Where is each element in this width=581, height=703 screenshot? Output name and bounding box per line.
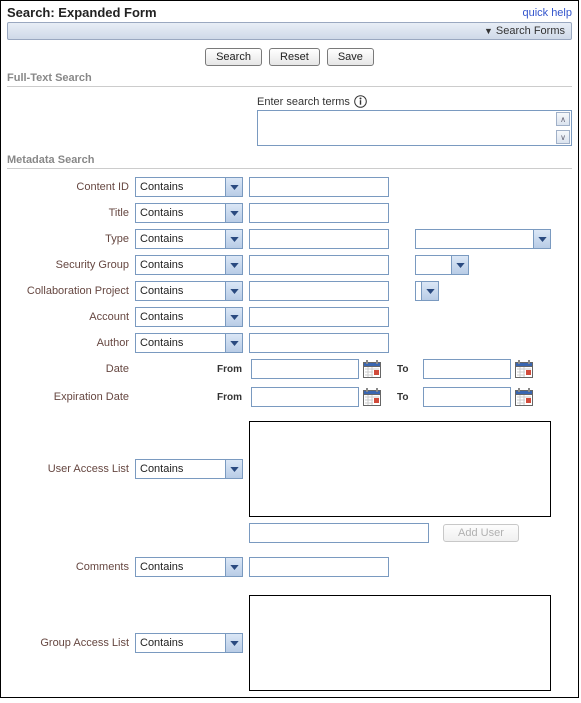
content-id-input[interactable] bbox=[249, 177, 389, 197]
security-group-operator-select[interactable]: Contains bbox=[135, 255, 243, 275]
calendar-icon[interactable] bbox=[363, 388, 381, 406]
search-forms-dropdown[interactable]: ▼Search Forms bbox=[7, 22, 572, 40]
group-access-listbox[interactable] bbox=[249, 595, 551, 691]
fulltext-row: Enter search terms ∧ ∨ bbox=[7, 95, 572, 146]
action-button-row: Search Reset Save bbox=[7, 48, 572, 66]
user-access-listbox[interactable] bbox=[249, 421, 551, 517]
chevron-down-icon bbox=[451, 256, 468, 274]
user-access-label: User Access List bbox=[7, 463, 135, 475]
date-label: Date bbox=[7, 363, 135, 375]
account-input[interactable] bbox=[249, 307, 389, 327]
group-access-row: Group Access List Contains bbox=[7, 595, 572, 691]
divider bbox=[7, 86, 572, 87]
group-access-operator-select[interactable]: Contains bbox=[135, 633, 243, 653]
collab-project-operator-select[interactable]: Contains bbox=[135, 281, 243, 301]
comments-label: Comments bbox=[7, 561, 135, 573]
chevron-down-icon bbox=[421, 282, 438, 300]
collab-project-label: Collaboration Project bbox=[7, 285, 135, 297]
group-access-label: Group Access List bbox=[7, 637, 135, 649]
security-group-input[interactable] bbox=[249, 255, 389, 275]
type-picker-select[interactable] bbox=[415, 229, 551, 249]
security-group-row: Security Group Contains bbox=[7, 255, 572, 275]
security-group-picker-select[interactable] bbox=[415, 255, 469, 275]
fulltext-textarea[interactable]: ∧ ∨ bbox=[257, 110, 572, 146]
comments-row: Comments Contains bbox=[7, 557, 572, 577]
exp-to-label: To bbox=[397, 392, 423, 403]
date-from-label: From bbox=[217, 364, 251, 375]
chevron-down-icon bbox=[225, 334, 242, 352]
exp-from-label: From bbox=[217, 392, 251, 403]
scroll-up-icon[interactable]: ∧ bbox=[556, 112, 570, 126]
reset-button[interactable]: Reset bbox=[269, 48, 320, 66]
title-label: Title bbox=[7, 207, 135, 219]
chevron-down-icon bbox=[225, 256, 242, 274]
info-icon[interactable] bbox=[354, 95, 367, 108]
quick-help-link[interactable]: quick help bbox=[522, 7, 572, 19]
chevron-down-icon bbox=[225, 204, 242, 222]
chevron-down-icon bbox=[225, 282, 242, 300]
comments-input[interactable] bbox=[249, 557, 389, 577]
chevron-down-icon bbox=[225, 558, 242, 576]
search-forms-label: Search Forms bbox=[496, 25, 565, 37]
content-id-label: Content ID bbox=[7, 181, 135, 193]
fulltext-label: Enter search terms bbox=[257, 96, 350, 108]
add-user-row: Add User bbox=[7, 523, 572, 543]
type-operator-select[interactable]: Contains bbox=[135, 229, 243, 249]
author-input[interactable] bbox=[249, 333, 389, 353]
type-input[interactable] bbox=[249, 229, 389, 249]
author-operator-select[interactable]: Contains bbox=[135, 333, 243, 353]
title-operator-select[interactable]: Contains bbox=[135, 203, 243, 223]
collab-project-row: Collaboration Project Contains bbox=[7, 281, 572, 301]
calendar-icon[interactable] bbox=[515, 360, 533, 378]
exp-date-from-input[interactable] bbox=[251, 387, 359, 407]
type-row: Type Contains bbox=[7, 229, 572, 249]
chevron-down-icon bbox=[225, 230, 242, 248]
chevron-down-icon bbox=[225, 634, 242, 652]
fulltext-section-title: Full-Text Search bbox=[7, 72, 572, 84]
fulltext-label-row: Enter search terms bbox=[257, 95, 367, 108]
date-to-label: To bbox=[397, 364, 423, 375]
account-operator-select[interactable]: Contains bbox=[135, 307, 243, 327]
date-row: Date From To bbox=[7, 359, 572, 379]
content-id-row: Content ID Contains bbox=[7, 177, 572, 197]
comments-operator-select[interactable]: Contains bbox=[135, 557, 243, 577]
chevron-down-icon bbox=[225, 308, 242, 326]
security-group-label: Security Group bbox=[7, 259, 135, 271]
calendar-icon[interactable] bbox=[363, 360, 381, 378]
search-button[interactable]: Search bbox=[205, 48, 262, 66]
chevron-down-icon bbox=[533, 230, 550, 248]
chevron-down-icon bbox=[225, 178, 242, 196]
search-form-panel: Search: Expanded Form quick help ▼Search… bbox=[0, 0, 579, 698]
content-id-operator-select[interactable]: Contains bbox=[135, 177, 243, 197]
metadata-section-title: Metadata Search bbox=[7, 154, 572, 166]
scroll-down-icon[interactable]: ∨ bbox=[556, 130, 570, 144]
user-access-operator-select[interactable]: Contains bbox=[135, 459, 243, 479]
calendar-icon[interactable] bbox=[515, 388, 533, 406]
collab-project-picker-select[interactable] bbox=[415, 281, 439, 301]
expiration-date-label: Expiration Date bbox=[7, 391, 135, 403]
exp-date-to-input[interactable] bbox=[423, 387, 511, 407]
title-row: Title Contains bbox=[7, 203, 572, 223]
collab-project-input[interactable] bbox=[249, 281, 389, 301]
account-row: Account Contains bbox=[7, 307, 572, 327]
save-button[interactable]: Save bbox=[327, 48, 374, 66]
add-user-input[interactable] bbox=[249, 523, 429, 543]
user-access-row: User Access List Contains bbox=[7, 421, 572, 517]
chevron-down-icon bbox=[225, 460, 242, 478]
add-user-button[interactable]: Add User bbox=[443, 524, 519, 542]
author-row: Author Contains bbox=[7, 333, 572, 353]
date-from-input[interactable] bbox=[251, 359, 359, 379]
chevron-down-icon: ▼ bbox=[484, 26, 493, 36]
page-title: Search: Expanded Form bbox=[7, 5, 157, 20]
account-label: Account bbox=[7, 311, 135, 323]
expiration-date-row: Expiration Date From To bbox=[7, 387, 572, 407]
header-row: Search: Expanded Form quick help bbox=[7, 5, 572, 20]
title-input[interactable] bbox=[249, 203, 389, 223]
date-to-input[interactable] bbox=[423, 359, 511, 379]
divider bbox=[7, 168, 572, 169]
type-label: Type bbox=[7, 233, 135, 245]
author-label: Author bbox=[7, 337, 135, 349]
